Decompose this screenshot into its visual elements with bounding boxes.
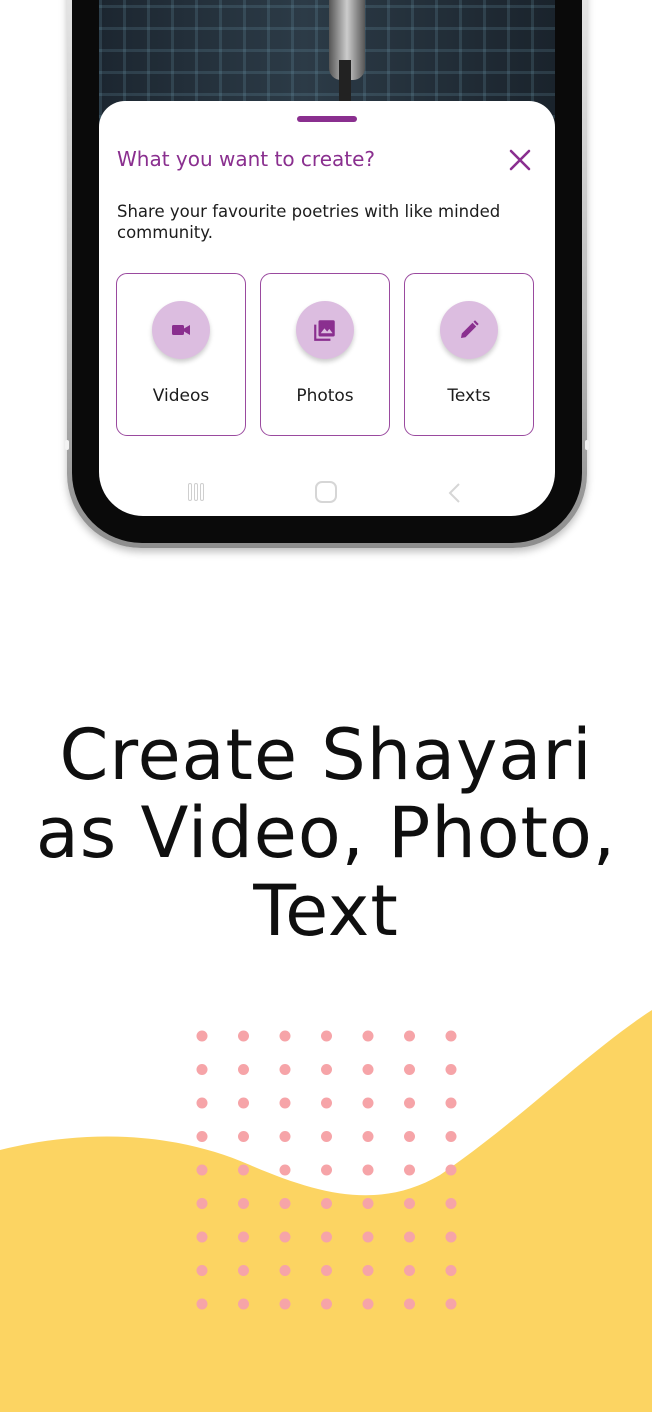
decorative-dot <box>279 1298 291 1310</box>
photos-option-card[interactable]: Photos <box>260 273 390 436</box>
decorative-dot <box>362 1265 374 1276</box>
texts-option-label: Texts <box>447 386 491 406</box>
decorative-dot <box>362 1164 374 1176</box>
decorative-dot <box>445 1064 457 1075</box>
decorative-dot <box>321 1097 332 1109</box>
decorative-dot <box>238 1097 249 1109</box>
decorative-dot <box>362 1231 374 1243</box>
decorative-dot <box>238 1030 249 1042</box>
sheet-title: What you want to create? <box>117 147 376 171</box>
phone-screen: What you want to create? Share your favo… <box>99 0 555 516</box>
decorative-dot <box>404 1265 415 1276</box>
decorative-dot <box>279 1231 291 1243</box>
photos-option-label: Photos <box>296 386 354 406</box>
decorative-dot <box>196 1198 208 1209</box>
decorative-dot <box>238 1231 249 1243</box>
decorative-dot <box>404 1164 415 1176</box>
decorative-dot <box>238 1131 249 1142</box>
headline-line-1: Create Shayari <box>59 714 593 796</box>
decorative-dot <box>279 1131 291 1142</box>
decorative-dot <box>362 1064 374 1075</box>
decorative-dot <box>362 1097 374 1109</box>
home-icon[interactable] <box>315 481 337 503</box>
decorative-dot <box>321 1231 332 1243</box>
decorative-dot <box>321 1198 332 1209</box>
videos-option-label: Videos <box>152 386 210 406</box>
decorative-dot <box>196 1231 208 1243</box>
decorative-dot <box>279 1265 291 1276</box>
decorative-dot <box>279 1164 291 1176</box>
decorative-dot <box>196 1064 208 1075</box>
videos-option-card[interactable]: Videos <box>116 273 246 436</box>
headline-line-2: as Video, Photo, <box>35 792 617 874</box>
decorative-dot <box>321 1298 332 1310</box>
recents-icon[interactable] <box>188 483 210 503</box>
headline-line-3: Text <box>253 870 399 952</box>
decorative-dot <box>362 1298 374 1310</box>
decorative-dot <box>196 1298 208 1310</box>
side-button-left <box>65 440 69 450</box>
close-icon[interactable] <box>503 143 537 177</box>
decorative-dot <box>445 1265 457 1276</box>
decorative-dot <box>362 1131 374 1142</box>
decorative-dot <box>362 1198 374 1209</box>
decorative-dot <box>238 1265 249 1276</box>
pencil-icon <box>440 301 498 359</box>
decorative-dot <box>404 1030 415 1042</box>
decorative-dot <box>238 1064 249 1075</box>
decorative-dot <box>404 1198 415 1209</box>
sheet-subtitle: Share your favourite poetries with like … <box>117 202 501 242</box>
decorative-dot <box>321 1064 332 1075</box>
decorative-dot <box>196 1030 208 1042</box>
decorative-dot <box>196 1164 208 1176</box>
decorative-dot <box>404 1231 415 1243</box>
headline: Create Shayari as Video, Photo, Text <box>0 716 652 950</box>
decorative-dot <box>445 1298 457 1310</box>
decorative-dot <box>404 1064 415 1075</box>
decorative-dot <box>196 1097 208 1109</box>
decorative-dot <box>321 1131 332 1142</box>
decorative-dot <box>445 1131 457 1142</box>
decorative-dot <box>321 1164 332 1176</box>
decorative-dot <box>404 1131 415 1142</box>
photo-library-icon <box>296 301 354 359</box>
decorative-dot <box>362 1030 374 1042</box>
decorative-dot <box>238 1298 249 1310</box>
decorative-dot <box>445 1030 457 1042</box>
back-icon[interactable] <box>447 482 463 508</box>
decorative-dot <box>279 1198 291 1209</box>
decorative-dot <box>279 1064 291 1075</box>
decorative-wave <box>0 1010 652 1412</box>
texts-option-card[interactable]: Texts <box>404 273 534 436</box>
decorative-dot <box>238 1198 249 1209</box>
decorative-dot <box>404 1097 415 1109</box>
decorative-dot <box>445 1164 457 1176</box>
videocam-icon <box>152 301 210 359</box>
decorative-dot <box>445 1097 457 1109</box>
sheet-drag-handle[interactable] <box>297 116 357 122</box>
decorative-dot <box>196 1131 208 1142</box>
decorative-dot <box>238 1164 249 1176</box>
decorative-dot <box>445 1231 457 1243</box>
android-nav-bar <box>99 474 555 514</box>
side-button-right <box>585 440 589 450</box>
decorative-dot <box>279 1030 291 1042</box>
decorative-dot <box>445 1198 457 1209</box>
decorative-dot <box>321 1030 332 1042</box>
decorative-dot <box>321 1265 332 1276</box>
decorative-dot <box>279 1097 291 1109</box>
decorative-dot <box>196 1265 208 1276</box>
decorative-dot <box>404 1298 415 1310</box>
create-bottom-sheet: What you want to create? Share your favo… <box>99 101 555 516</box>
